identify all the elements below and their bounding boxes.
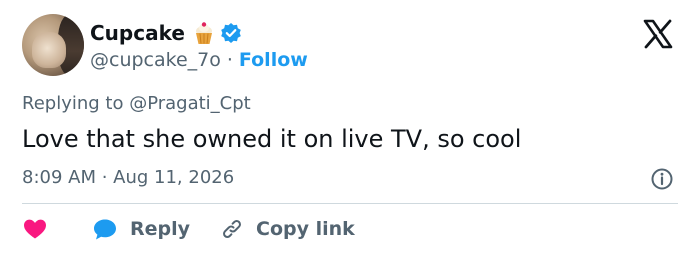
- copy-link-label: Copy link: [256, 218, 355, 240]
- avatar-face: [32, 32, 66, 68]
- author-handle[interactable]: @cupcake_7o: [90, 49, 221, 71]
- cupcake-emoji-icon: [193, 21, 215, 45]
- tweet-text: Love that she owned it on live TV, so co…: [22, 125, 522, 153]
- action-bar: Reply Copy link: [22, 214, 355, 244]
- info-icon[interactable]: [650, 167, 674, 191]
- author-name-row: Cupcake: [90, 20, 242, 46]
- author-display-name[interactable]: Cupcake: [90, 20, 185, 46]
- like-button[interactable]: [22, 217, 48, 241]
- avatar[interactable]: [22, 14, 84, 76]
- divider: [22, 203, 678, 204]
- copy-link-button[interactable]: Copy link: [220, 217, 355, 241]
- replying-to-text[interactable]: Replying to @Pragati_Cpt: [22, 92, 251, 116]
- x-logo-icon[interactable]: [642, 18, 674, 50]
- verified-badge-icon: [220, 22, 242, 44]
- separator-dot: ·: [226, 49, 233, 71]
- reply-label: Reply: [130, 218, 191, 240]
- reply-bubble-icon: [92, 217, 118, 241]
- tweet-timestamp[interactable]: 8:09 AM · Aug 11, 2026: [22, 166, 234, 190]
- tweet-card: Cupcake @cupcake_7o · Follow Replying to…: [0, 0, 700, 256]
- reply-button[interactable]: Reply: [92, 217, 190, 241]
- heart-icon: [22, 217, 48, 241]
- author-handle-row: @cupcake_7o · Follow: [90, 47, 308, 73]
- follow-button[interactable]: Follow: [239, 49, 308, 71]
- link-icon: [220, 217, 244, 241]
